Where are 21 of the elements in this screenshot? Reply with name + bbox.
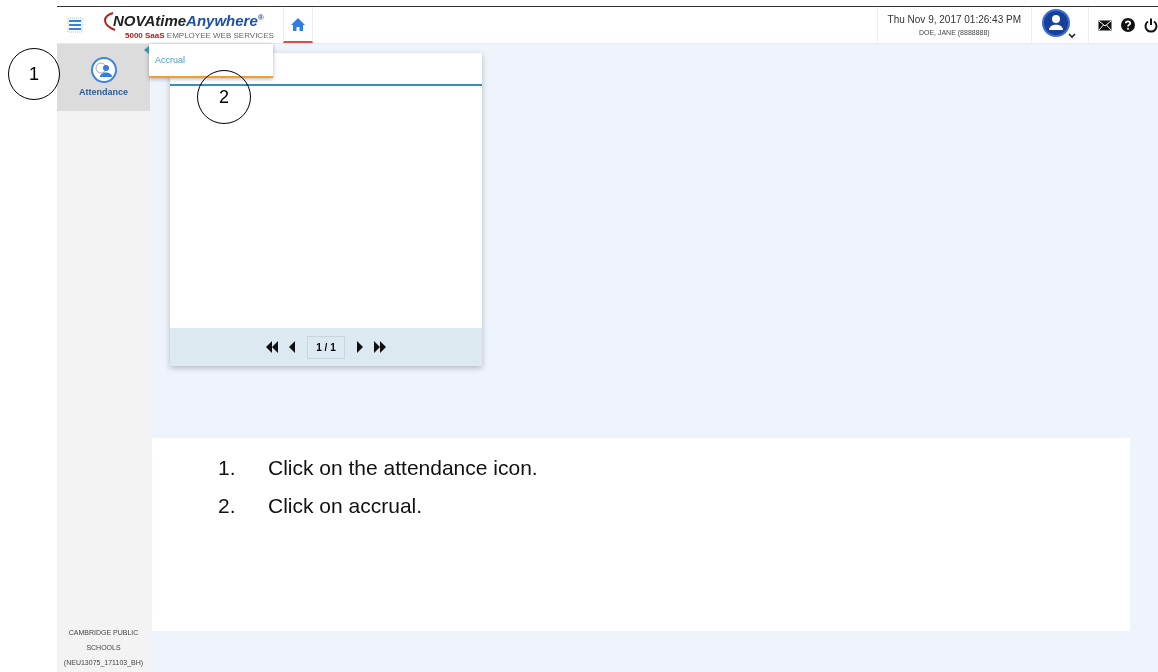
callout-number: 1 [8,48,60,100]
step-text: Click on accrual. [268,494,423,518]
step-text: Click on the attendance icon. [268,456,538,480]
step-number: 1. [218,456,237,480]
sidebar-item[interactable]: Attendance [57,44,150,111]
previous-page-icon[interactable] [289,341,298,353]
menu-icon[interactable] [67,17,83,33]
clock-person-icon [90,57,117,83]
last-page-icon[interactable] [372,341,387,353]
power-icon[interactable] [1144,17,1158,33]
home-icon [291,17,305,31]
submenu-item[interactable]: Accrual [155,55,185,65]
user-avatar-icon[interactable] [1042,9,1078,41]
step-number: 2. [218,494,237,518]
pointer-icon [144,46,149,54]
help-icon[interactable] [1121,18,1135,32]
next-page-icon[interactable] [354,341,363,353]
date-time: Thu Nov 9, 2017 01:26:43 PM [887,14,1021,25]
mail-icon[interactable] [1098,19,1112,31]
first-page-icon[interactable] [265,341,280,353]
page-indicator: 1 / 1 [307,335,345,359]
